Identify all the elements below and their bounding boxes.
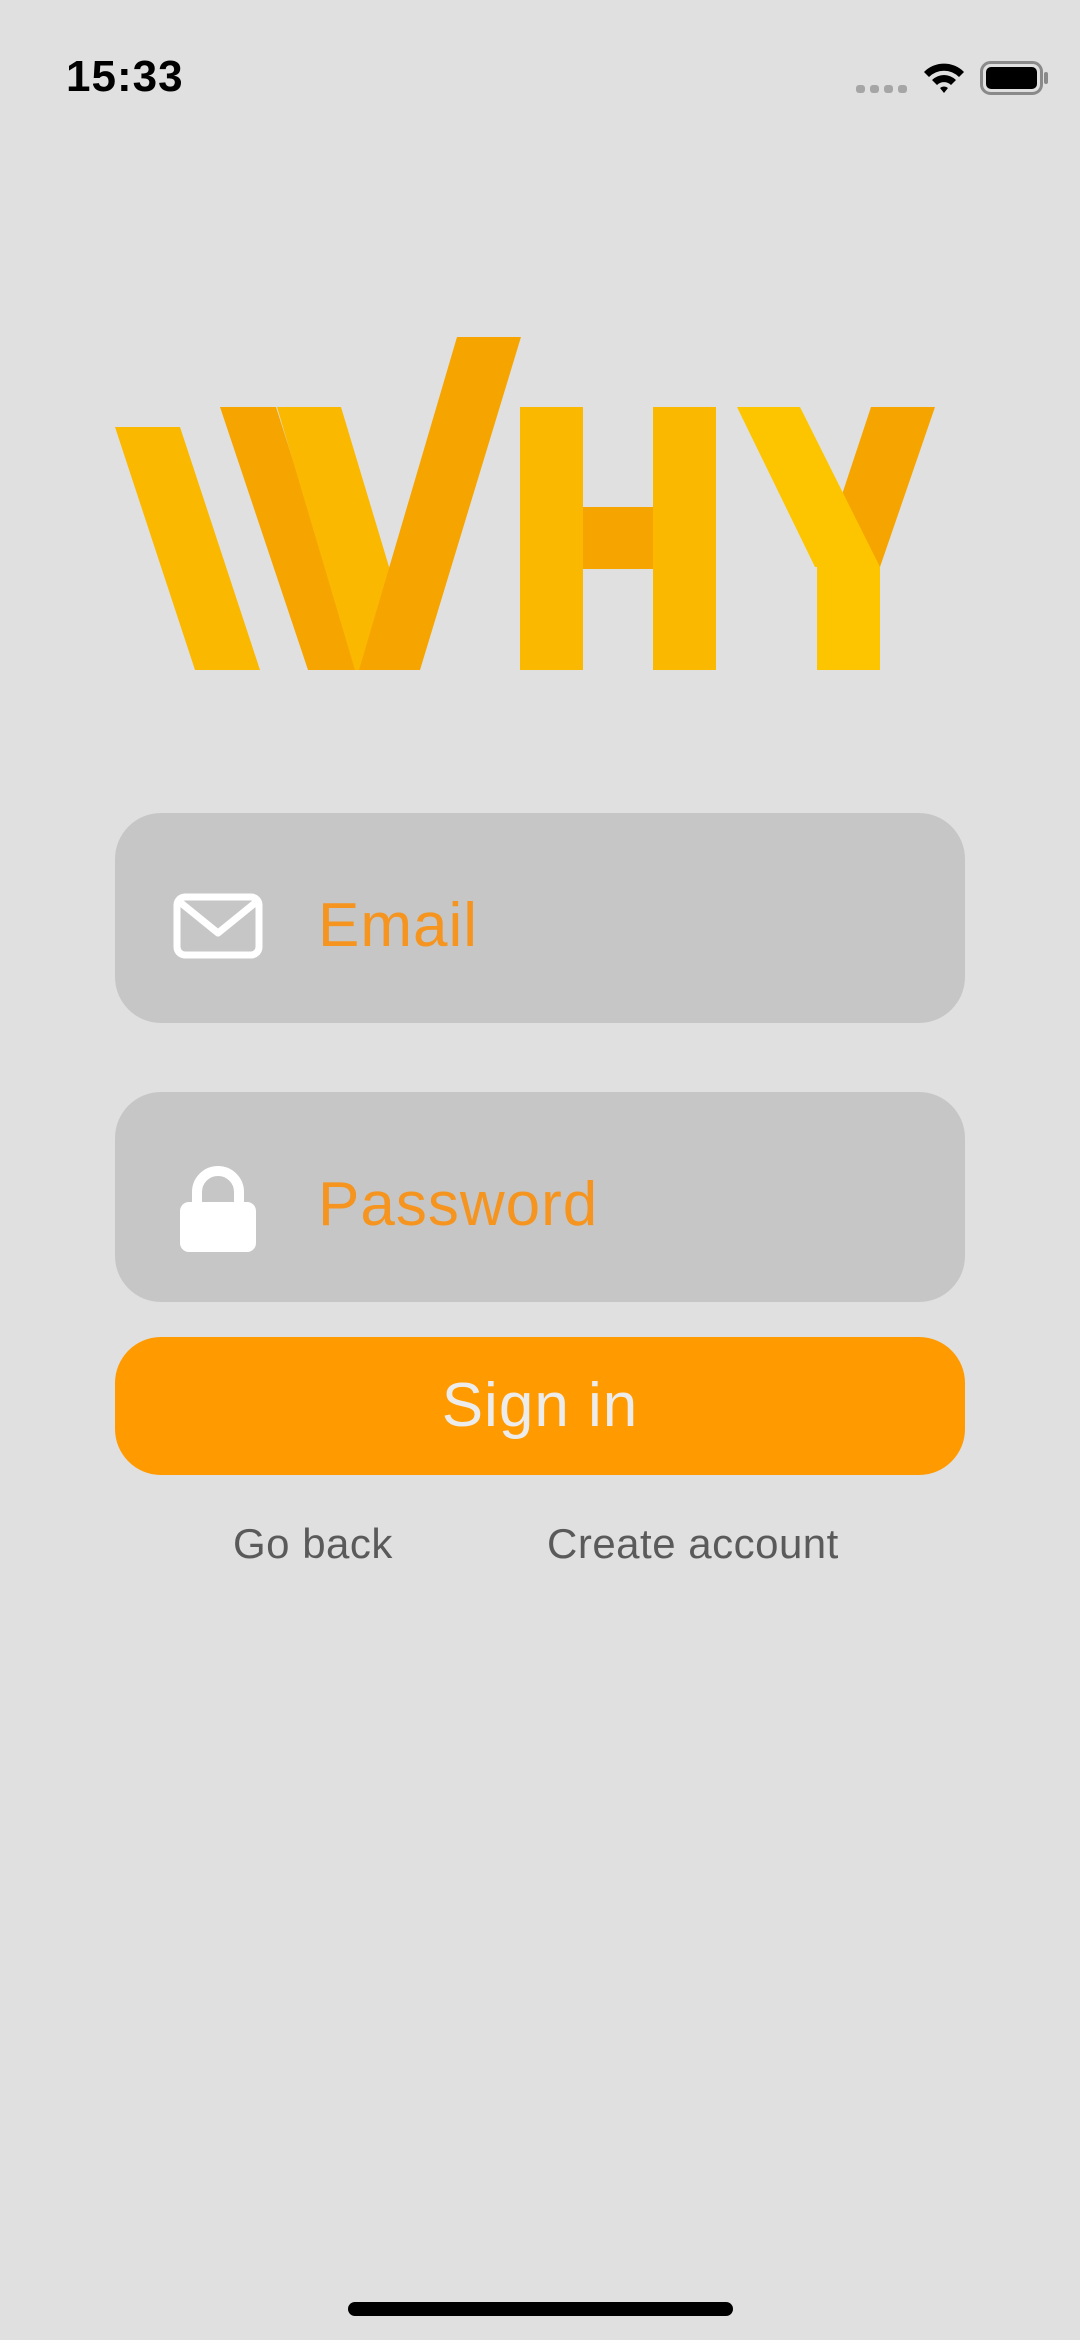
status-bar: 15:33: [0, 0, 1080, 150]
wifi-icon: [924, 63, 964, 93]
password-placeholder: Password: [318, 1170, 599, 1239]
sign-in-button[interactable]: Sign in: [115, 1337, 965, 1475]
password-field[interactable]: Password: [115, 1092, 965, 1302]
create-account-link[interactable]: Create account: [547, 1520, 839, 1568]
home-indicator[interactable]: [348, 2302, 733, 2316]
lock-icon: [180, 1166, 256, 1252]
app-logo: [115, 337, 935, 670]
go-back-link[interactable]: Go back: [233, 1520, 393, 1568]
email-placeholder: Email: [318, 891, 479, 960]
cellular-signal-dots-icon: [856, 85, 907, 93]
email-field[interactable]: Email: [115, 813, 965, 1023]
envelope-icon: [173, 893, 263, 959]
battery-full-icon: [980, 61, 1048, 95]
status-time: 15:33: [66, 52, 184, 101]
